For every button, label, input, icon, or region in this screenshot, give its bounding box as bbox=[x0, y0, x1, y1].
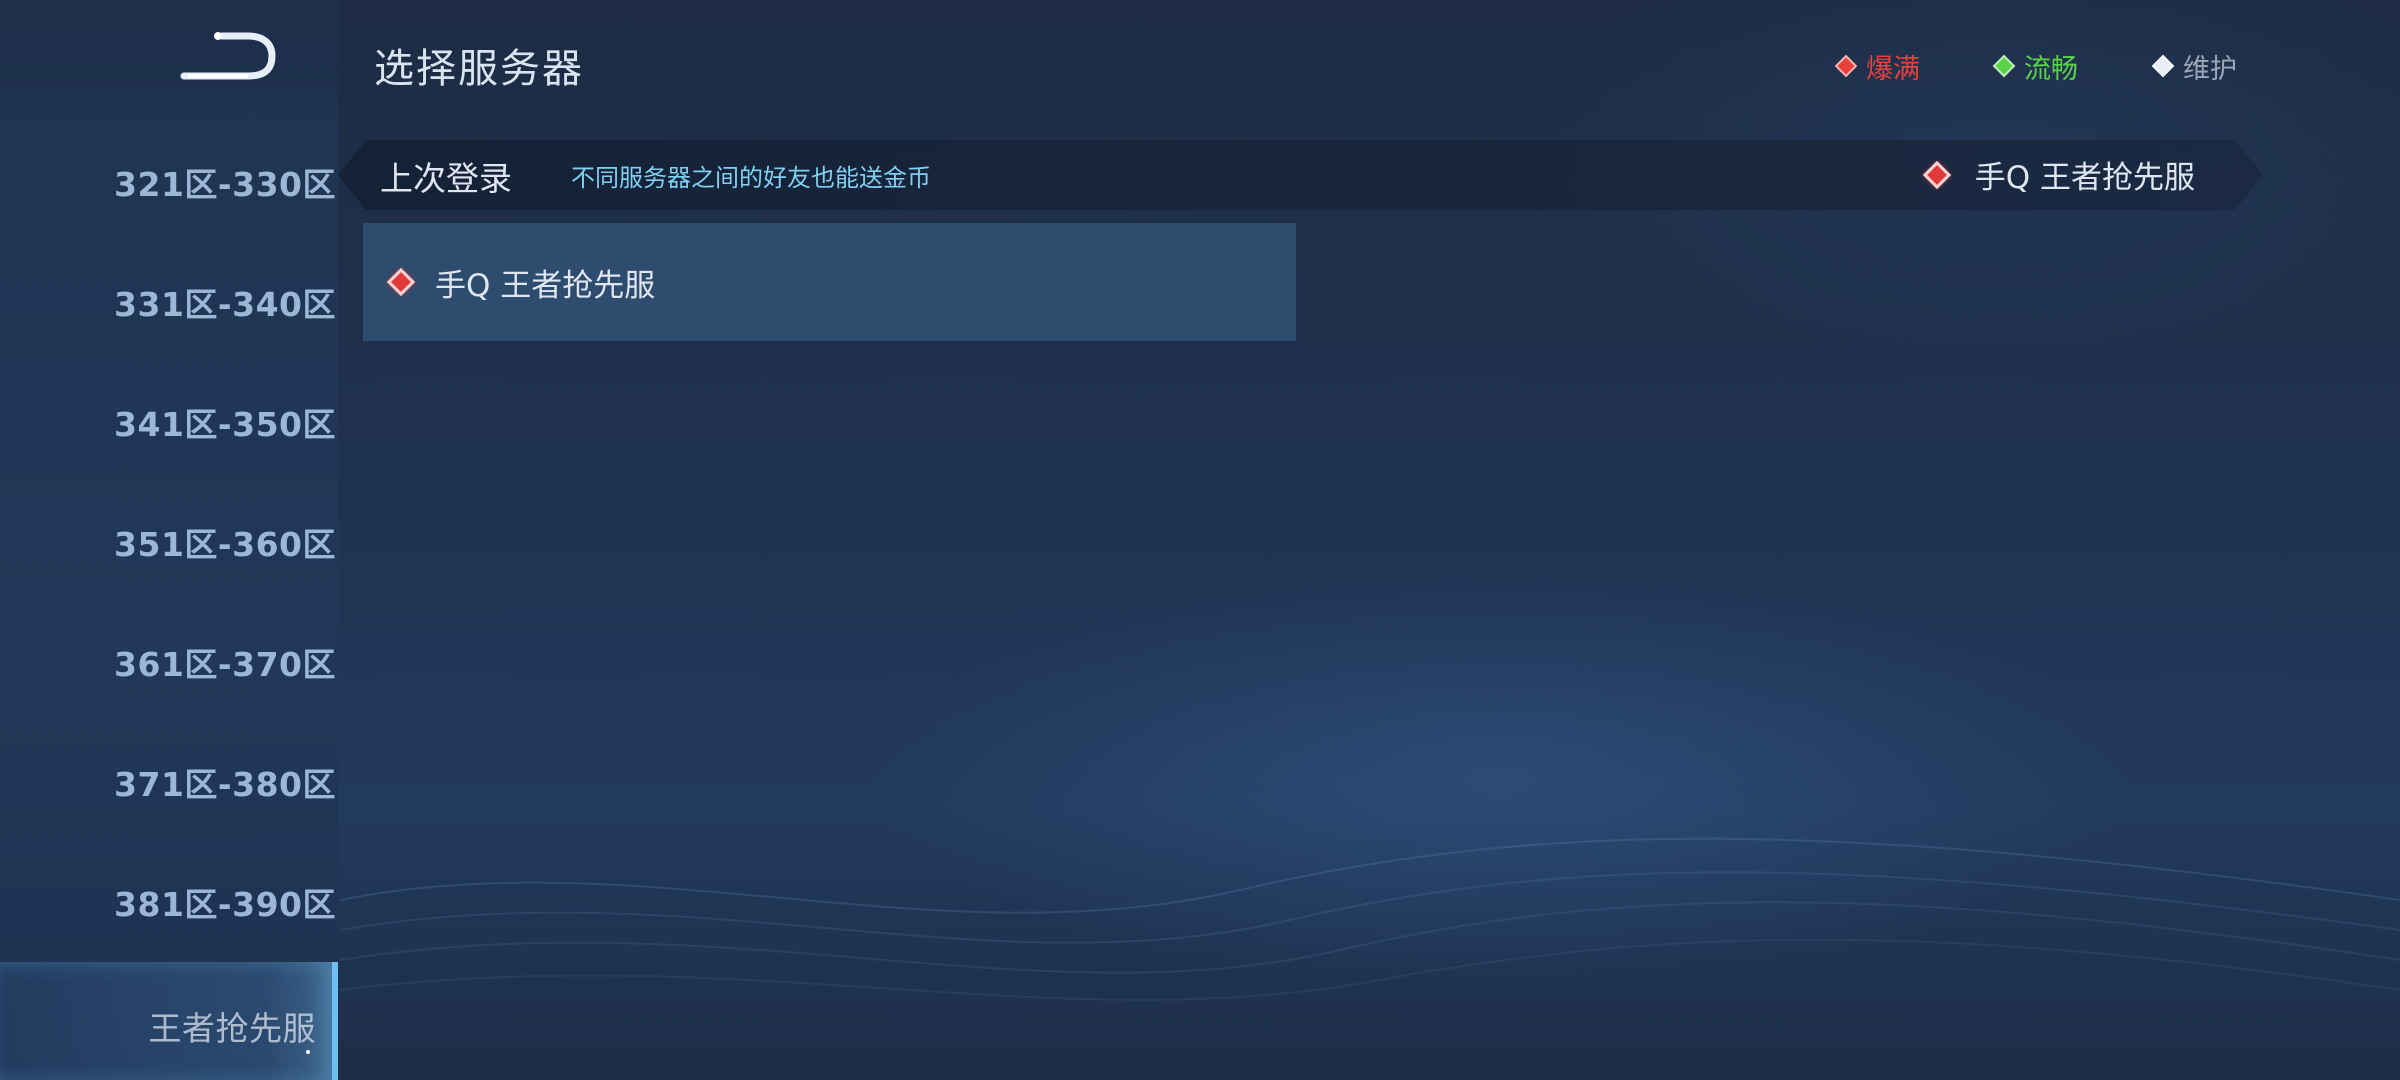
sidebar-item-351-360[interactable]: 351区-360区 bbox=[114, 518, 336, 566]
server-region-sidebar: 321区-330区 331区-340区 341区-350区 351区-360区 … bbox=[0, 0, 338, 1080]
sidebar-item-preview-server[interactable]: 王者抢先服 bbox=[0, 962, 338, 1080]
legend-full-label: 爆满 bbox=[1866, 53, 1920, 85]
legend-maintenance: 维护 bbox=[2151, 46, 2237, 86]
decorative-dot bbox=[306, 1050, 310, 1054]
legend-maintenance-label: 维护 bbox=[2183, 53, 2237, 85]
sidebar-item-341-350[interactable]: 341区-350区 bbox=[114, 398, 336, 446]
sidebar-item-331-340[interactable]: 331区-340区 bbox=[114, 278, 336, 326]
last-login-server[interactable]: 手Q 王者抢先服 bbox=[1922, 152, 2195, 197]
server-name: 手Q 王者抢先服 bbox=[435, 267, 656, 304]
legend-full: 爆满 bbox=[1834, 46, 1920, 86]
status-full-icon bbox=[1834, 54, 1858, 78]
back-arrow-icon[interactable] bbox=[178, 30, 278, 82]
last-login-server-name: 手Q 王者抢先服 bbox=[1974, 160, 2195, 196]
background-waves bbox=[340, 837, 2400, 1001]
sidebar-item-381-390[interactable]: 381区-390区 bbox=[114, 878, 336, 926]
status-full-icon bbox=[386, 267, 416, 297]
legend-smooth: 流畅 bbox=[1992, 46, 2078, 86]
status-maintenance-icon bbox=[2151, 54, 2175, 78]
last-login-hint: 不同服务器之间的好友也能送金币 bbox=[571, 164, 931, 192]
sidebar-item-321-330[interactable]: 321区-330区 bbox=[114, 158, 336, 206]
last-login-label: 上次登录 bbox=[380, 159, 512, 198]
legend-smooth-label: 流畅 bbox=[2024, 53, 2078, 85]
sidebar-item-371-380[interactable]: 371区-380区 bbox=[114, 758, 336, 806]
page-title: 选择服务器 bbox=[374, 46, 584, 92]
status-full-icon bbox=[1922, 160, 1951, 189]
sidebar-fade bbox=[0, 0, 338, 110]
sidebar-item-label: 王者抢先服 bbox=[148, 1009, 316, 1048]
sidebar-item-361-370[interactable]: 361区-370区 bbox=[114, 638, 336, 686]
status-smooth-icon bbox=[1992, 54, 2016, 78]
server-item[interactable]: 手Q 王者抢先服 bbox=[363, 223, 1296, 341]
